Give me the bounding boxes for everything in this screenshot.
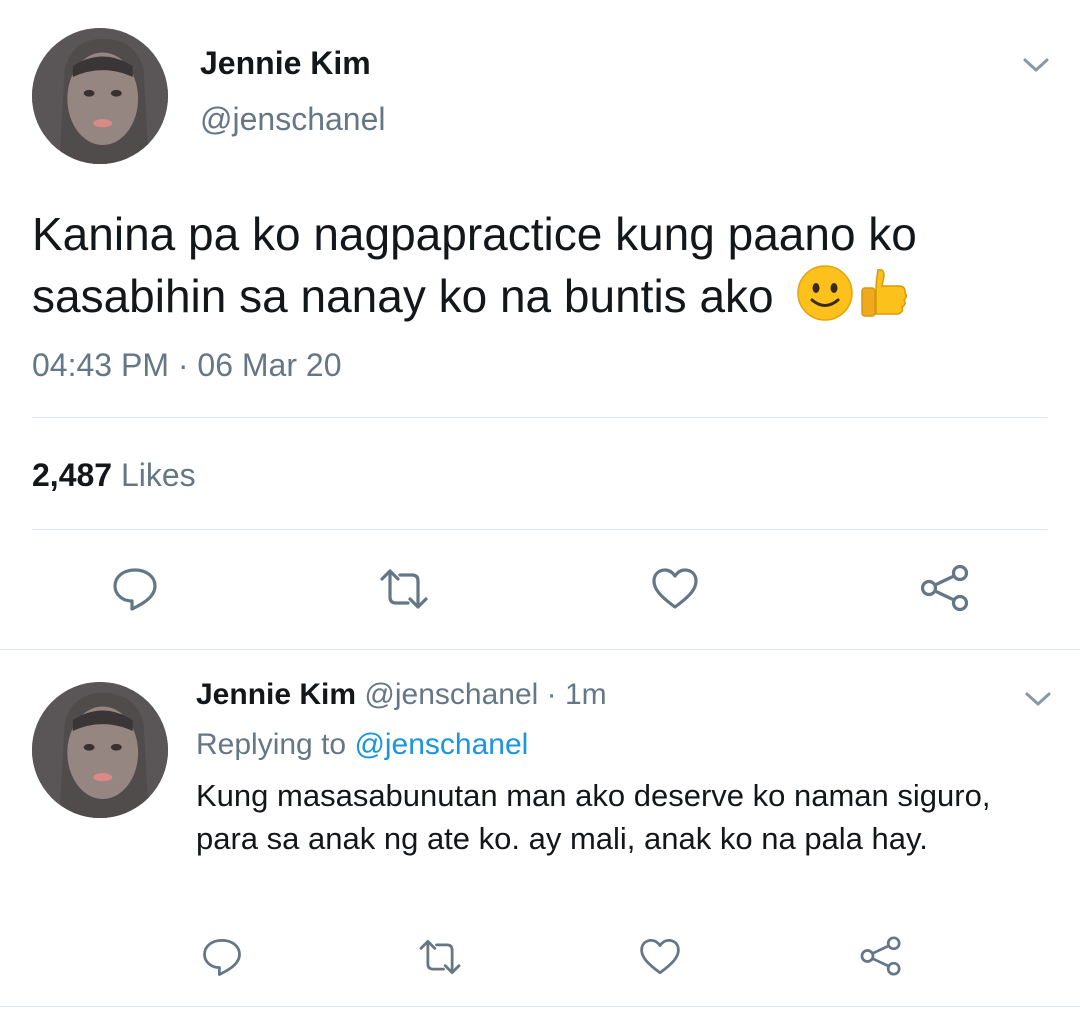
replying-to: Replying to @jenschanel — [196, 726, 528, 764]
share-icon[interactable] — [858, 934, 904, 978]
handle[interactable]: @jenschanel — [200, 100, 385, 138]
likes-stat[interactable]: 2,487 Likes — [32, 456, 196, 494]
handle[interactable]: @jenschanel — [364, 678, 538, 711]
display-name[interactable]: Jennie Kim — [200, 44, 371, 82]
like-icon[interactable] — [650, 565, 700, 613]
like-icon[interactable] — [638, 936, 682, 978]
slightly-smiling-face-icon — [796, 264, 854, 336]
reply-icon[interactable] — [110, 565, 160, 613]
divider — [0, 1006, 1080, 1007]
divider — [32, 529, 1048, 530]
replying-to-label: Replying to — [196, 728, 347, 761]
avatar[interactable] — [32, 28, 168, 164]
likes-label: Likes — [120, 457, 196, 493]
tweet-text-body: Kanina pa ko nagpapractice kung paano ko… — [32, 208, 917, 323]
retweet-icon[interactable] — [374, 565, 434, 613]
thumbs-up-icon — [854, 264, 912, 336]
tweet-text: Kanina pa ko nagpapractice kung paano ko… — [32, 204, 1032, 336]
reply-text: Kung masasabunutan man ako deserve ko na… — [196, 778, 991, 856]
chevron-down-icon[interactable] — [1020, 52, 1052, 78]
replying-to-handle[interactable]: @jenschanel — [354, 728, 528, 761]
divider — [32, 417, 1048, 418]
retweet-icon[interactable] — [414, 936, 466, 978]
time-ago[interactable]: 1m — [565, 678, 607, 711]
share-icon[interactable] — [918, 562, 972, 614]
avatar[interactable] — [32, 682, 168, 818]
time-separator: · — [546, 678, 557, 711]
divider — [0, 649, 1080, 650]
likes-count: 2,487 — [32, 457, 113, 493]
display-name[interactable]: Jennie Kim — [196, 678, 356, 711]
avatar-image — [32, 28, 168, 164]
avatar-image — [32, 682, 168, 818]
timestamp[interactable]: 04:43 PM · 06 Mar 20 — [32, 346, 341, 384]
reply-icon[interactable] — [200, 936, 244, 978]
reply-header: Jennie Kim @jenschanel · 1m — [196, 676, 607, 714]
chevron-down-icon[interactable] — [1022, 686, 1054, 712]
